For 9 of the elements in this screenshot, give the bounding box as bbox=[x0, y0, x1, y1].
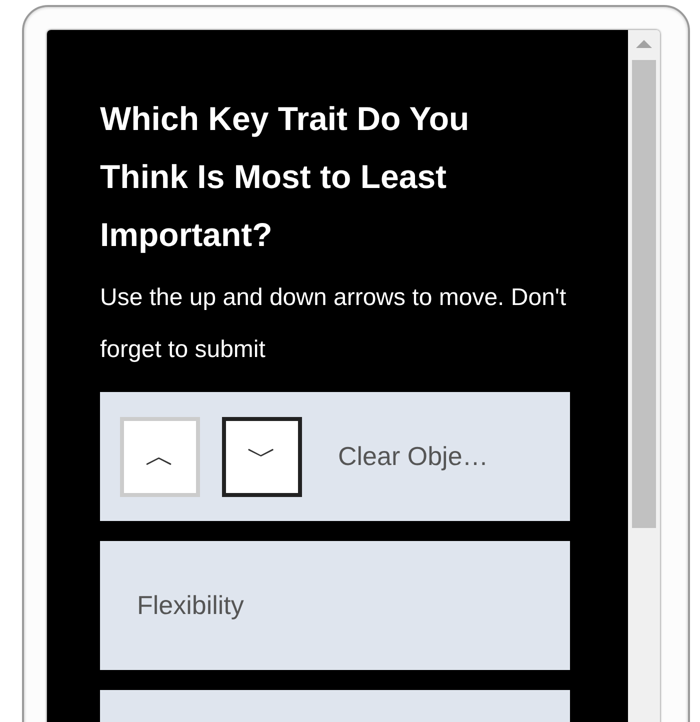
ranking-item[interactable]: Flexibility bbox=[100, 541, 570, 670]
scrollbar[interactable] bbox=[628, 30, 660, 722]
scroll-up-icon[interactable] bbox=[636, 40, 652, 48]
question-title: Which Key Trait Do You Think Is Most to Least Important? bbox=[100, 99, 470, 255]
item-label: Clear Obje… bbox=[338, 440, 488, 473]
move-down-button[interactable]: ﹀ bbox=[222, 416, 302, 496]
item-label: Flexibility bbox=[137, 589, 244, 622]
scrollbar-thumb[interactable] bbox=[632, 60, 656, 528]
instructions-text: Use the up and down arrows to move. Don't forget to submit bbox=[100, 283, 568, 365]
